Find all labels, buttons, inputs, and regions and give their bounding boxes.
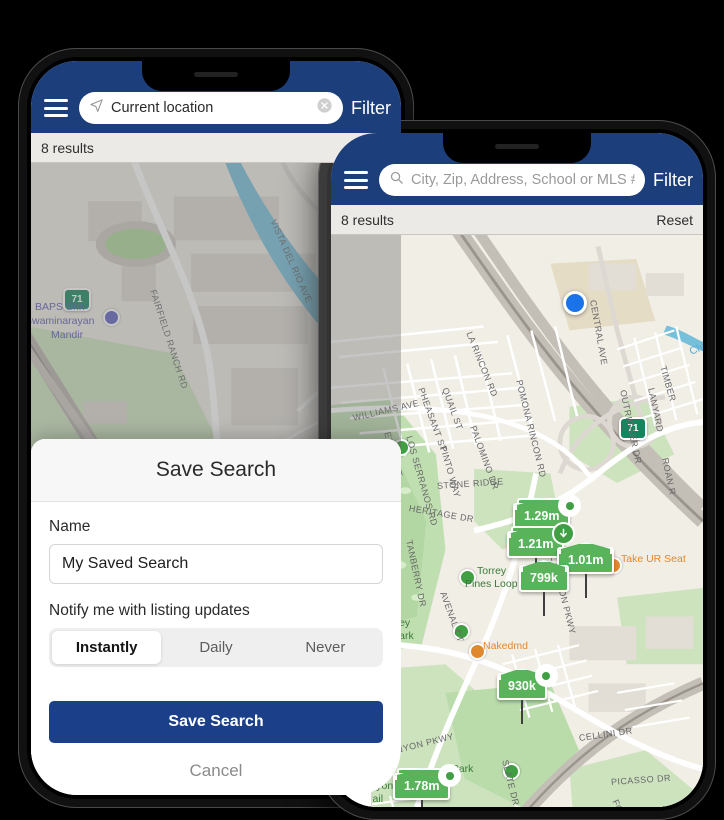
price-pin[interactable]: 1.78m — [393, 764, 462, 807]
search-input-placeholder: City, Zip, Address, School or MLS # — [411, 172, 635, 188]
clear-circle-icon[interactable] — [316, 97, 333, 119]
phone-back-notch — [142, 61, 290, 91]
poi-label: Pines Loop — [465, 578, 518, 590]
save-search-button[interactable]: Save Search — [49, 701, 383, 743]
cancel-button[interactable]: Cancel — [49, 755, 383, 795]
pin-badge-dot — [534, 664, 558, 687]
poi-label: Mandir — [51, 329, 84, 341]
phone-front-notch — [443, 133, 591, 163]
segment-never[interactable]: Never — [271, 631, 380, 664]
results-count: 8 results — [341, 211, 394, 228]
temple-poi-dot[interactable] — [103, 309, 120, 326]
segment-daily[interactable]: Daily — [161, 631, 270, 664]
hamburger-icon[interactable] — [341, 169, 371, 191]
results-count: 8 results — [41, 139, 94, 156]
earpiece-speaker — [194, 72, 238, 77]
search-input-value: Current location — [111, 100, 214, 116]
dialog-title: Save Search — [155, 458, 277, 481]
poi-label: Torrey — [477, 565, 507, 577]
navigation-arrow-icon — [89, 98, 104, 118]
notify-label: Notify me with listing updates — [49, 602, 250, 619]
dialog-body: Name Notify me with listing updates Inst… — [31, 502, 401, 795]
front-resultbar: 8 results Reset — [331, 205, 703, 235]
search-input[interactable]: Current location — [79, 92, 343, 124]
screenshot-stage: Current location Filter 8 results 71 BAP… — [0, 0, 724, 820]
dialog-header: Save Search — [31, 439, 401, 502]
poi-label: Swaminarayan — [31, 315, 95, 327]
segment-instantly[interactable]: Instantly — [52, 631, 162, 664]
current-location-dot — [563, 291, 587, 315]
magnifier-icon — [389, 170, 404, 190]
save-search-dialog: Save Search Name Notify me with listing … — [31, 439, 401, 795]
filter-button[interactable]: Filter — [653, 170, 693, 191]
name-input[interactable] — [49, 544, 383, 584]
price-pin[interactable]: 799k — [519, 565, 569, 616]
poi-label: Nakedmd — [483, 640, 528, 652]
price-pin[interactable]: 930k — [497, 664, 558, 724]
price-pin[interactable]: 1.21m — [507, 522, 576, 582]
price-pin-label: 799k — [519, 565, 569, 592]
reset-button[interactable]: Reset — [656, 212, 693, 228]
poi-label: BAPS Shri — [35, 301, 85, 313]
poi-label: Take UR Seat — [621, 553, 686, 565]
filter-button[interactable]: Filter — [351, 98, 391, 119]
search-input[interactable]: City, Zip, Address, School or MLS # — [379, 164, 645, 196]
earpiece-speaker — [495, 144, 539, 149]
notify-frequency-segmented-control: Instantly Daily Never — [49, 628, 383, 667]
hamburger-icon[interactable] — [41, 97, 71, 119]
name-field-label: Name — [49, 518, 91, 535]
